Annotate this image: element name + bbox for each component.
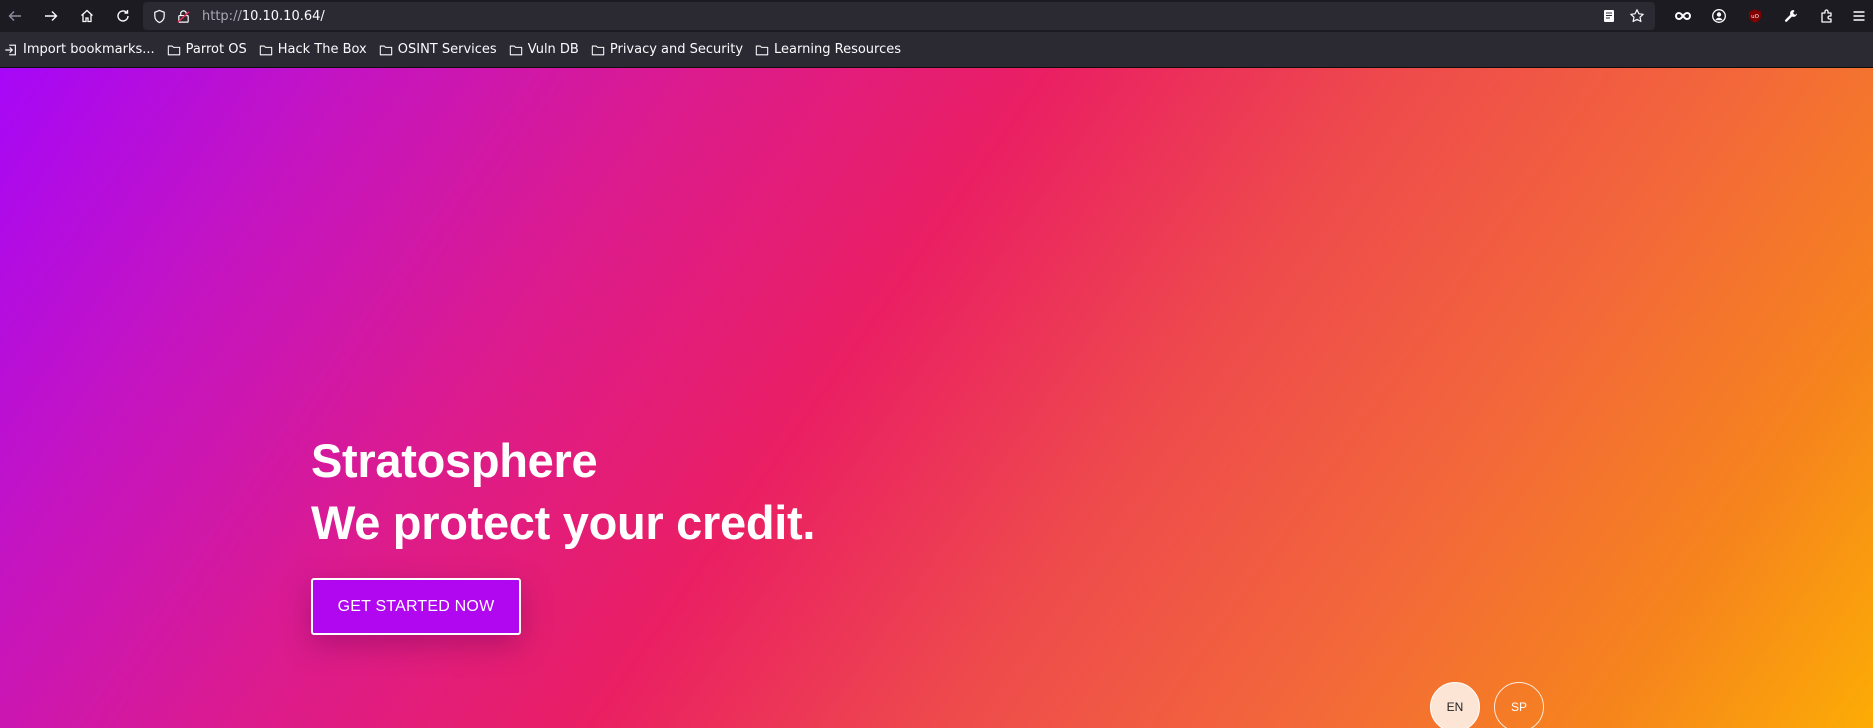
tracking-protection-button[interactable]: [148, 2, 170, 30]
bookmark-folder-osint-services[interactable]: OSINT Services: [377, 37, 503, 63]
lock-insecure-icon: [176, 9, 190, 23]
url-host: 10.10.10.64/: [241, 8, 325, 24]
folder-icon: [755, 45, 769, 55]
bookmark-label: Parrot OS: [185, 42, 247, 57]
browser-toolbar: http://10.10.10.64/ uO: [0, 0, 1873, 32]
get-started-button[interactable]: GET STARTED NOW: [311, 578, 521, 635]
import-icon: [5, 44, 16, 55]
folder-icon: [167, 45, 180, 55]
folder-icon: [379, 45, 392, 55]
reload-icon: [117, 10, 129, 22]
account-icon: [1712, 9, 1726, 23]
hero-title-tagline: We protect your credit.: [311, 496, 816, 549]
url-bar[interactable]: http://10.10.10.64/: [143, 2, 1655, 30]
url-text[interactable]: http://10.10.10.64/: [202, 9, 325, 24]
hero-title: Stratosphere We protect your credit.: [311, 430, 815, 554]
ublock-icon: uO: [1749, 9, 1761, 23]
bookmark-label: Learning Resources: [774, 42, 902, 57]
extensions-puzzle-icon: [1821, 9, 1832, 23]
bookmark-folder-learning-resources[interactable]: Learning Resources: [753, 37, 907, 63]
bookmark-folder-privacy-and-security[interactable]: Privacy and Security: [589, 37, 749, 63]
app-menu-button[interactable]: [1845, 2, 1873, 30]
folder-icon: [591, 45, 605, 55]
star-icon: [1630, 9, 1644, 23]
wrench-icon: [1784, 10, 1797, 22]
forward-button[interactable]: [36, 2, 66, 30]
infinity-icon: [1675, 11, 1691, 21]
bookmark-label: Hack The Box: [277, 42, 367, 57]
url-bar-actions: [1595, 2, 1651, 30]
ublock-extension-button[interactable]: uO: [1737, 2, 1773, 30]
language-sp-button[interactable]: SP: [1494, 682, 1544, 728]
home-button[interactable]: [72, 2, 102, 30]
svg-text:uO: uO: [1751, 14, 1759, 20]
bookmark-import[interactable]: Import bookmarks...: [2, 37, 161, 63]
account-button[interactable]: [1701, 2, 1737, 30]
devtools-button[interactable]: [1773, 2, 1809, 30]
bookmark-folder-parrot-os[interactable]: Parrot OS: [165, 37, 253, 63]
reader-view-button[interactable]: [1595, 2, 1623, 30]
reload-button[interactable]: [108, 2, 138, 30]
bookmark-label: OSINT Services: [397, 42, 497, 57]
toolbar-extensions: uO: [1665, 2, 1873, 30]
bookmark-label: Vuln DB: [527, 42, 579, 57]
url-protocol: http://: [202, 8, 242, 24]
site-info-button[interactable]: [172, 2, 194, 30]
folder-icon: [509, 45, 522, 55]
shield-icon: [153, 9, 165, 23]
back-arrow-icon: [8, 11, 21, 21]
extensions-button[interactable]: [1809, 2, 1845, 30]
bookmark-folder-hack-the-box[interactable]: Hack The Box: [257, 37, 373, 63]
bookmark-label: Import bookmarks...: [23, 42, 155, 57]
forward-arrow-icon: [45, 11, 58, 21]
hero-title-brand: Stratosphere: [311, 434, 598, 487]
home-icon: [81, 9, 93, 23]
back-button[interactable]: [0, 2, 30, 30]
bookmark-folder-vuln-db[interactable]: Vuln DB: [507, 37, 585, 63]
infinity-extension-button[interactable]: [1665, 2, 1701, 30]
bookmark-star-button[interactable]: [1623, 2, 1651, 30]
reader-view-icon: [1604, 10, 1614, 22]
page-hero: Stratosphere We protect your credit. GET…: [0, 68, 1873, 728]
language-en-button[interactable]: EN: [1430, 682, 1480, 728]
bookmark-label: Privacy and Security: [609, 42, 744, 57]
hamburger-menu-icon: [1853, 11, 1865, 21]
folder-icon: [259, 45, 272, 55]
bookmarks-bar: Import bookmarks... Parrot OS Hack The B…: [0, 32, 1873, 68]
